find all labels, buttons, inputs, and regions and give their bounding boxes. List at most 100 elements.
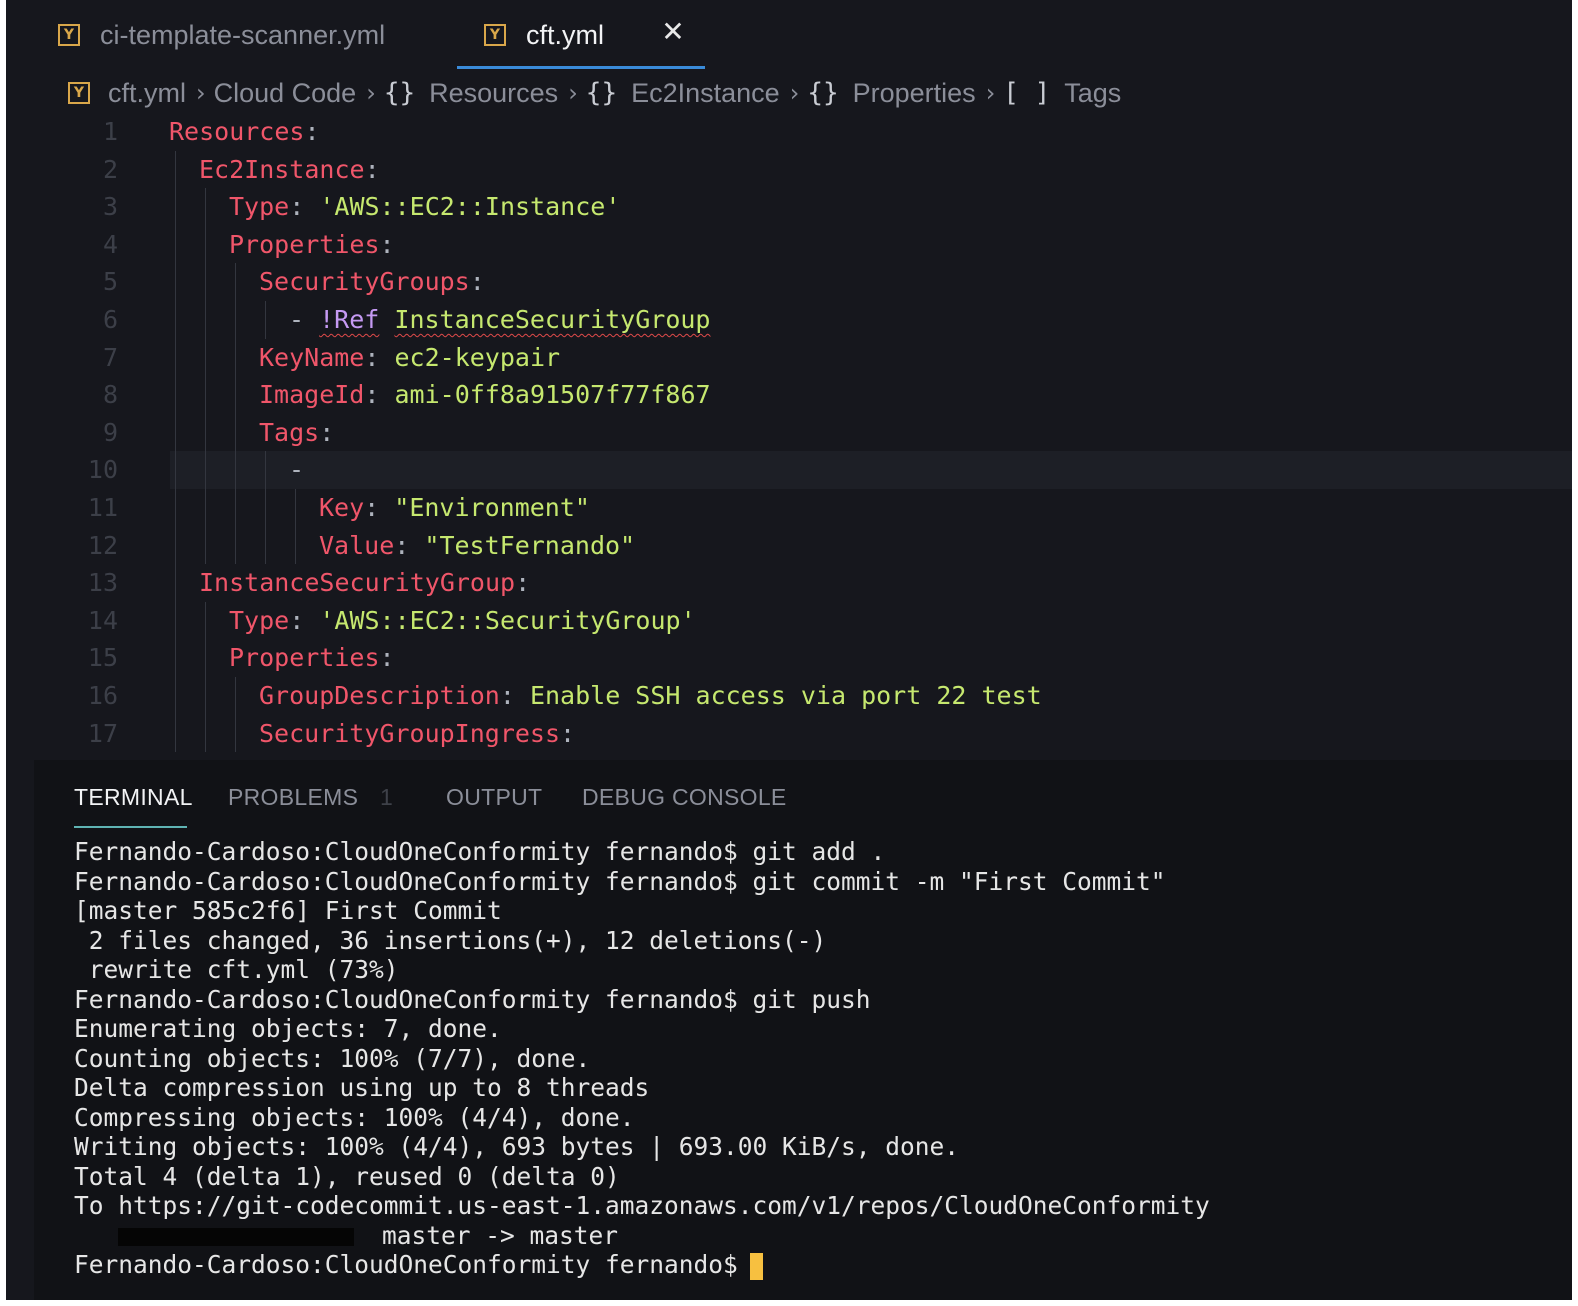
chevron-right-icon: › <box>985 79 996 107</box>
code-content: - !Ref InstanceSecurityGroup <box>289 301 710 339</box>
breadcrumb-item-tags[interactable]: Tags <box>1064 78 1121 109</box>
terminal-line: Fernando-Cardoso:CloudOneConformity fern… <box>74 866 1166 896</box>
terminal-line: Fernando-Cardoso:CloudOneConformity fern… <box>74 837 886 866</box>
line-number: 9 <box>102 417 118 447</box>
tab-label: ci-template-scanner.yml <box>100 19 386 50</box>
yaml-value: InstanceSecurityGroup <box>394 305 711 334</box>
breadcrumb-item-ec2instance[interactable]: Ec2Instance <box>631 78 780 109</box>
problems-count-badge: 1 <box>380 784 393 810</box>
yaml-key: SecurityGroups <box>259 267 470 297</box>
line-number: 2 <box>102 154 118 184</box>
breadcrumb: Y cft.yml › Cloud Code › {} Resources › … <box>68 74 1121 112</box>
code-line: 4 Properties: <box>34 226 1572 264</box>
yaml-key: Properties <box>229 229 380 259</box>
line-number: 12 <box>87 530 118 560</box>
code-content: Type: 'AWS::EC2::Instance' <box>229 188 620 226</box>
line-number: 16 <box>87 681 118 710</box>
code-line: 15 Properties: <box>34 639 1572 677</box>
yaml-key: SecurityGroupIngress <box>259 718 561 748</box>
object-icon: {} <box>585 78 618 108</box>
yaml-key: KeyName <box>259 342 365 372</box>
code-content: Tags: <box>259 414 334 452</box>
yaml-file-icon: Y <box>68 82 90 104</box>
code-content: Ec2Instance: <box>199 151 380 189</box>
active-tab-indicator <box>457 66 705 69</box>
yaml-file-icon: Y <box>58 24 80 46</box>
terminal-line: rewrite cft.yml (73%) <box>74 955 399 984</box>
object-icon: {} <box>807 78 839 108</box>
code-content: ImageId: ami-0ff8a91507f77f867 <box>259 376 711 414</box>
tab-problems[interactable]: PROBLEMS <box>228 784 358 811</box>
code-content: SecurityGroupIngress: <box>259 715 575 753</box>
code-content: InstanceSecurityGroup: <box>199 564 530 602</box>
yaml-value: ec2-keypair <box>394 342 561 372</box>
code-content: Type: 'AWS::EC2::SecurityGroup' <box>229 602 696 640</box>
code-line: 8 ImageId: ami-0ff8a91507f77f867 <box>34 376 1572 414</box>
yaml-colon: : <box>394 530 410 560</box>
line-number: 14 <box>87 605 118 635</box>
push-ref: master -> master <box>382 1220 619 1250</box>
terminal-prompt-line[interactable]: Fernando-Cardoso:CloudOneConformity fern… <box>74 1250 1554 1280</box>
terminal-line: Writing objects: 100% (4/4), 693 bytes |… <box>74 1132 960 1161</box>
code-line: 3 Type: 'AWS::EC2::Instance' <box>34 188 1572 226</box>
line-number: 8 <box>102 380 118 410</box>
yaml-value: 'AWS::EC2::Instance' <box>319 192 621 222</box>
terminal-line: master -> master <box>74 1221 1554 1251</box>
breadcrumb-item-file[interactable]: cft.yml <box>108 78 186 109</box>
yaml-value: Enable SSH access via port 22 test <box>529 681 1042 710</box>
yaml-key: Resources <box>169 117 305 146</box>
editor-tab-bar: Y ci-template-scanner.yml Y cft.yml ✕ <box>6 0 1572 70</box>
code-line: 1 Resources: <box>34 113 1572 151</box>
breadcrumb-item-properties[interactable]: Properties <box>853 78 976 109</box>
tab-label: cft.yml <box>526 19 604 50</box>
yaml-key: Key <box>319 493 365 522</box>
code-content: Value: "TestFernando" <box>319 527 635 565</box>
code-line: 13 InstanceSecurityGroup: <box>34 564 1572 602</box>
code-content: GroupDescription: Enable SSH access via … <box>259 677 1042 715</box>
tab-terminal[interactable]: TERMINAL <box>74 784 193 811</box>
yaml-colon: : <box>319 417 335 447</box>
yaml-key: Type <box>229 192 290 222</box>
yaml-colon: : <box>364 380 380 410</box>
bottom-panel: TERMINAL PROBLEMS 1 OUTPUT DEBUG CONSOLE… <box>34 760 1572 1300</box>
terminal-line: 2 files changed, 36 insertions(+), 12 de… <box>74 925 827 955</box>
breadcrumb-item-resources[interactable]: Resources <box>429 78 558 109</box>
yaml-key: ImageId <box>259 380 365 410</box>
yaml-colon: : <box>289 605 305 635</box>
breadcrumb-item-cloud-code[interactable]: Cloud Code <box>214 78 357 109</box>
terminal-line: Delta compression using up to 8 threads <box>74 1073 650 1102</box>
code-editor[interactable]: 1 Resources: 2 Ec2Instance: 3 Type: 'AWS::EC2… <box>34 112 1572 760</box>
line-number: 1 <box>102 117 118 146</box>
yaml-key: Tags <box>259 417 320 447</box>
code-line: 12 Value: "TestFernando" <box>34 527 1572 565</box>
yaml-colon: : <box>304 117 320 146</box>
code-content: SecurityGroups: <box>259 263 485 301</box>
yaml-key: InstanceSecurityGroup <box>199 568 516 598</box>
code-line: 11 Key: "Environment" <box>34 489 1572 527</box>
code-content: - <box>289 451 304 489</box>
line-number: 5 <box>102 267 118 297</box>
line-number: 6 <box>102 305 118 334</box>
tab-ci-template-scanner[interactable]: Y ci-template-scanner.yml <box>58 0 385 70</box>
line-number: 10 <box>87 455 118 485</box>
line-number: 4 <box>102 229 118 259</box>
yaml-colon: : <box>289 192 305 222</box>
code-line: 16 GroupDescription: Enable SSH access vi… <box>34 677 1572 715</box>
tab-output[interactable]: OUTPUT <box>446 784 542 811</box>
code-line: 14 Type: 'AWS::EC2::SecurityGroup' <box>34 602 1572 640</box>
chevron-right-icon: › <box>568 79 578 107</box>
yaml-colon: : <box>560 718 576 748</box>
tab-debug-console[interactable]: DEBUG CONSOLE <box>582 784 787 811</box>
close-icon[interactable]: ✕ <box>659 16 687 48</box>
yaml-key: Value <box>319 530 395 560</box>
chevron-right-icon: › <box>789 79 800 107</box>
yaml-key: Type <box>229 605 290 635</box>
list-dash: - <box>289 455 305 485</box>
chevron-right-icon: › <box>366 79 376 107</box>
yaml-key: Ec2Instance <box>199 154 365 184</box>
yaml-value: "TestFernando" <box>424 530 636 560</box>
line-number: 17 <box>87 718 118 748</box>
yaml-colon: : <box>364 154 380 184</box>
terminal-output[interactable]: Fernando-Cardoso:CloudOneConformity fern… <box>74 837 1554 1280</box>
yaml-colon: : <box>499 681 515 710</box>
